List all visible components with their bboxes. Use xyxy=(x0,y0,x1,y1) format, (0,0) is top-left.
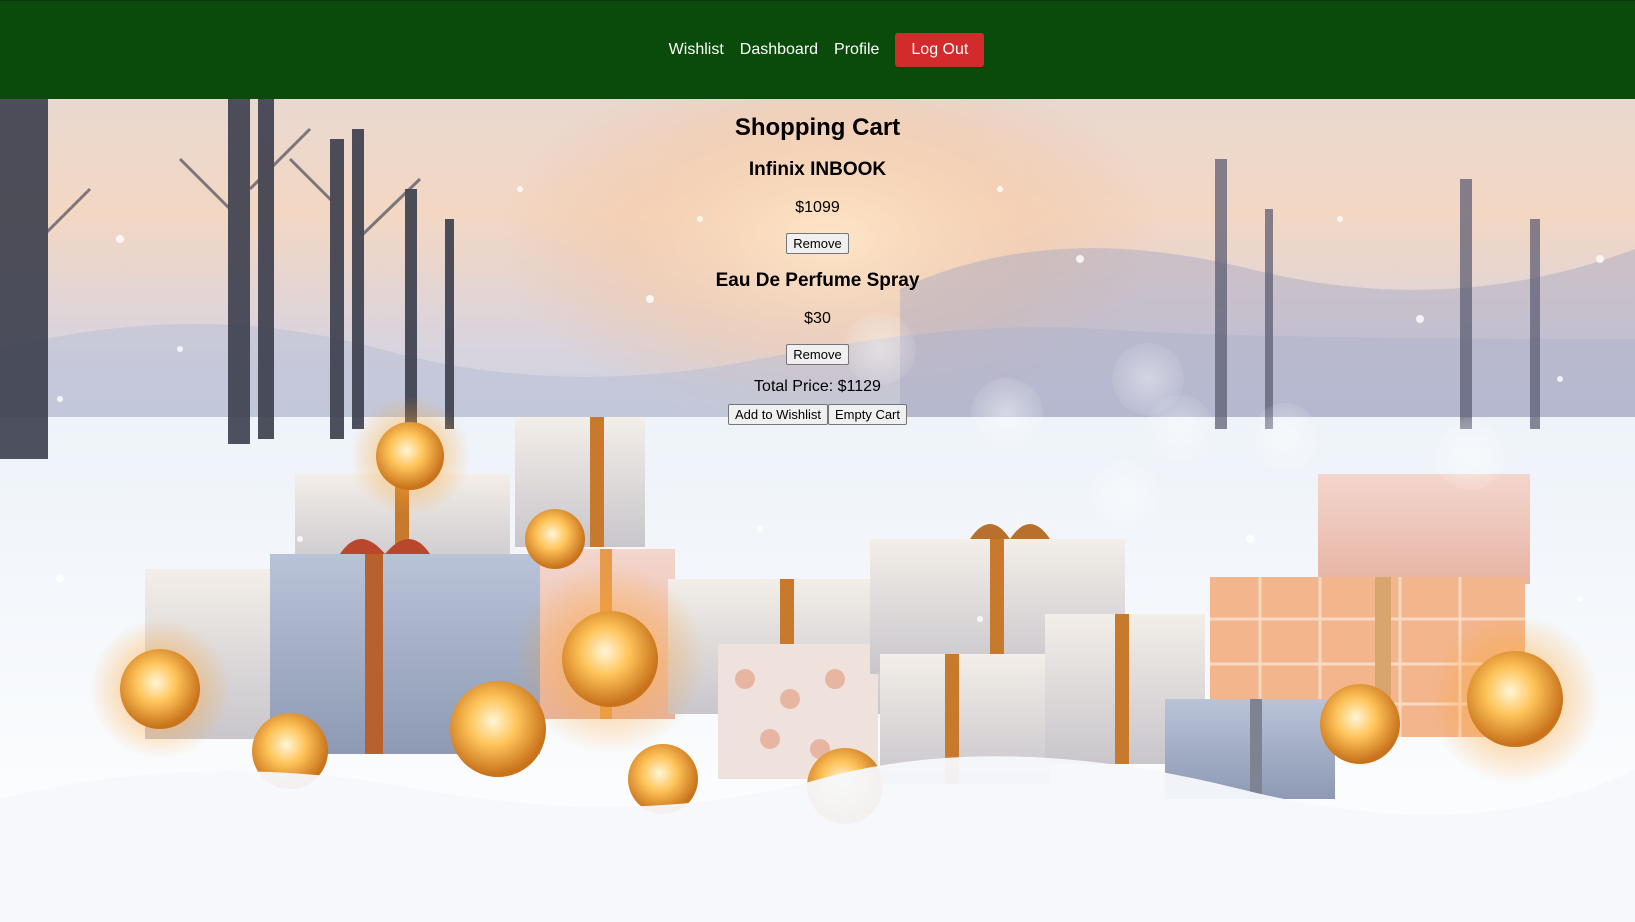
top-navbar: Wishlist Dashboard Profile Log Out xyxy=(0,0,1635,99)
remove-item-button[interactable]: Remove xyxy=(786,344,849,365)
item-name: Eau De Perfume Spray xyxy=(715,270,920,291)
logout-button[interactable]: Log Out xyxy=(895,33,985,67)
item-price: $1099 xyxy=(795,199,840,216)
remove-item-button[interactable]: Remove xyxy=(786,233,849,254)
empty-cart-button[interactable]: Empty Cart xyxy=(827,404,907,425)
cart-actions: Add to Wishlist Empty Cart xyxy=(0,404,1635,425)
add-to-wishlist-button[interactable]: Add to Wishlist xyxy=(728,404,828,425)
item-price: $30 xyxy=(804,310,831,327)
nav-link-profile[interactable]: Profile xyxy=(834,40,879,60)
total-price: Total Price: $1129 xyxy=(754,378,881,395)
cart-item: Eau De Perfume Spray $30 Remove xyxy=(0,269,1635,365)
shopping-cart: Shopping Cart Infinix INBOOK $1099 Remov… xyxy=(0,99,1635,425)
page: Wishlist Dashboard Profile Log Out Shopp… xyxy=(0,0,1635,922)
nav-link-wishlist[interactable]: Wishlist xyxy=(669,40,724,60)
cart-title: Shopping Cart xyxy=(734,114,901,141)
nav-links: Wishlist Dashboard Profile Log Out xyxy=(669,33,985,67)
item-name: Infinix INBOOK xyxy=(748,159,887,180)
nav-link-dashboard[interactable]: Dashboard xyxy=(740,40,818,60)
cart-item: Infinix INBOOK $1099 Remove xyxy=(0,158,1635,254)
